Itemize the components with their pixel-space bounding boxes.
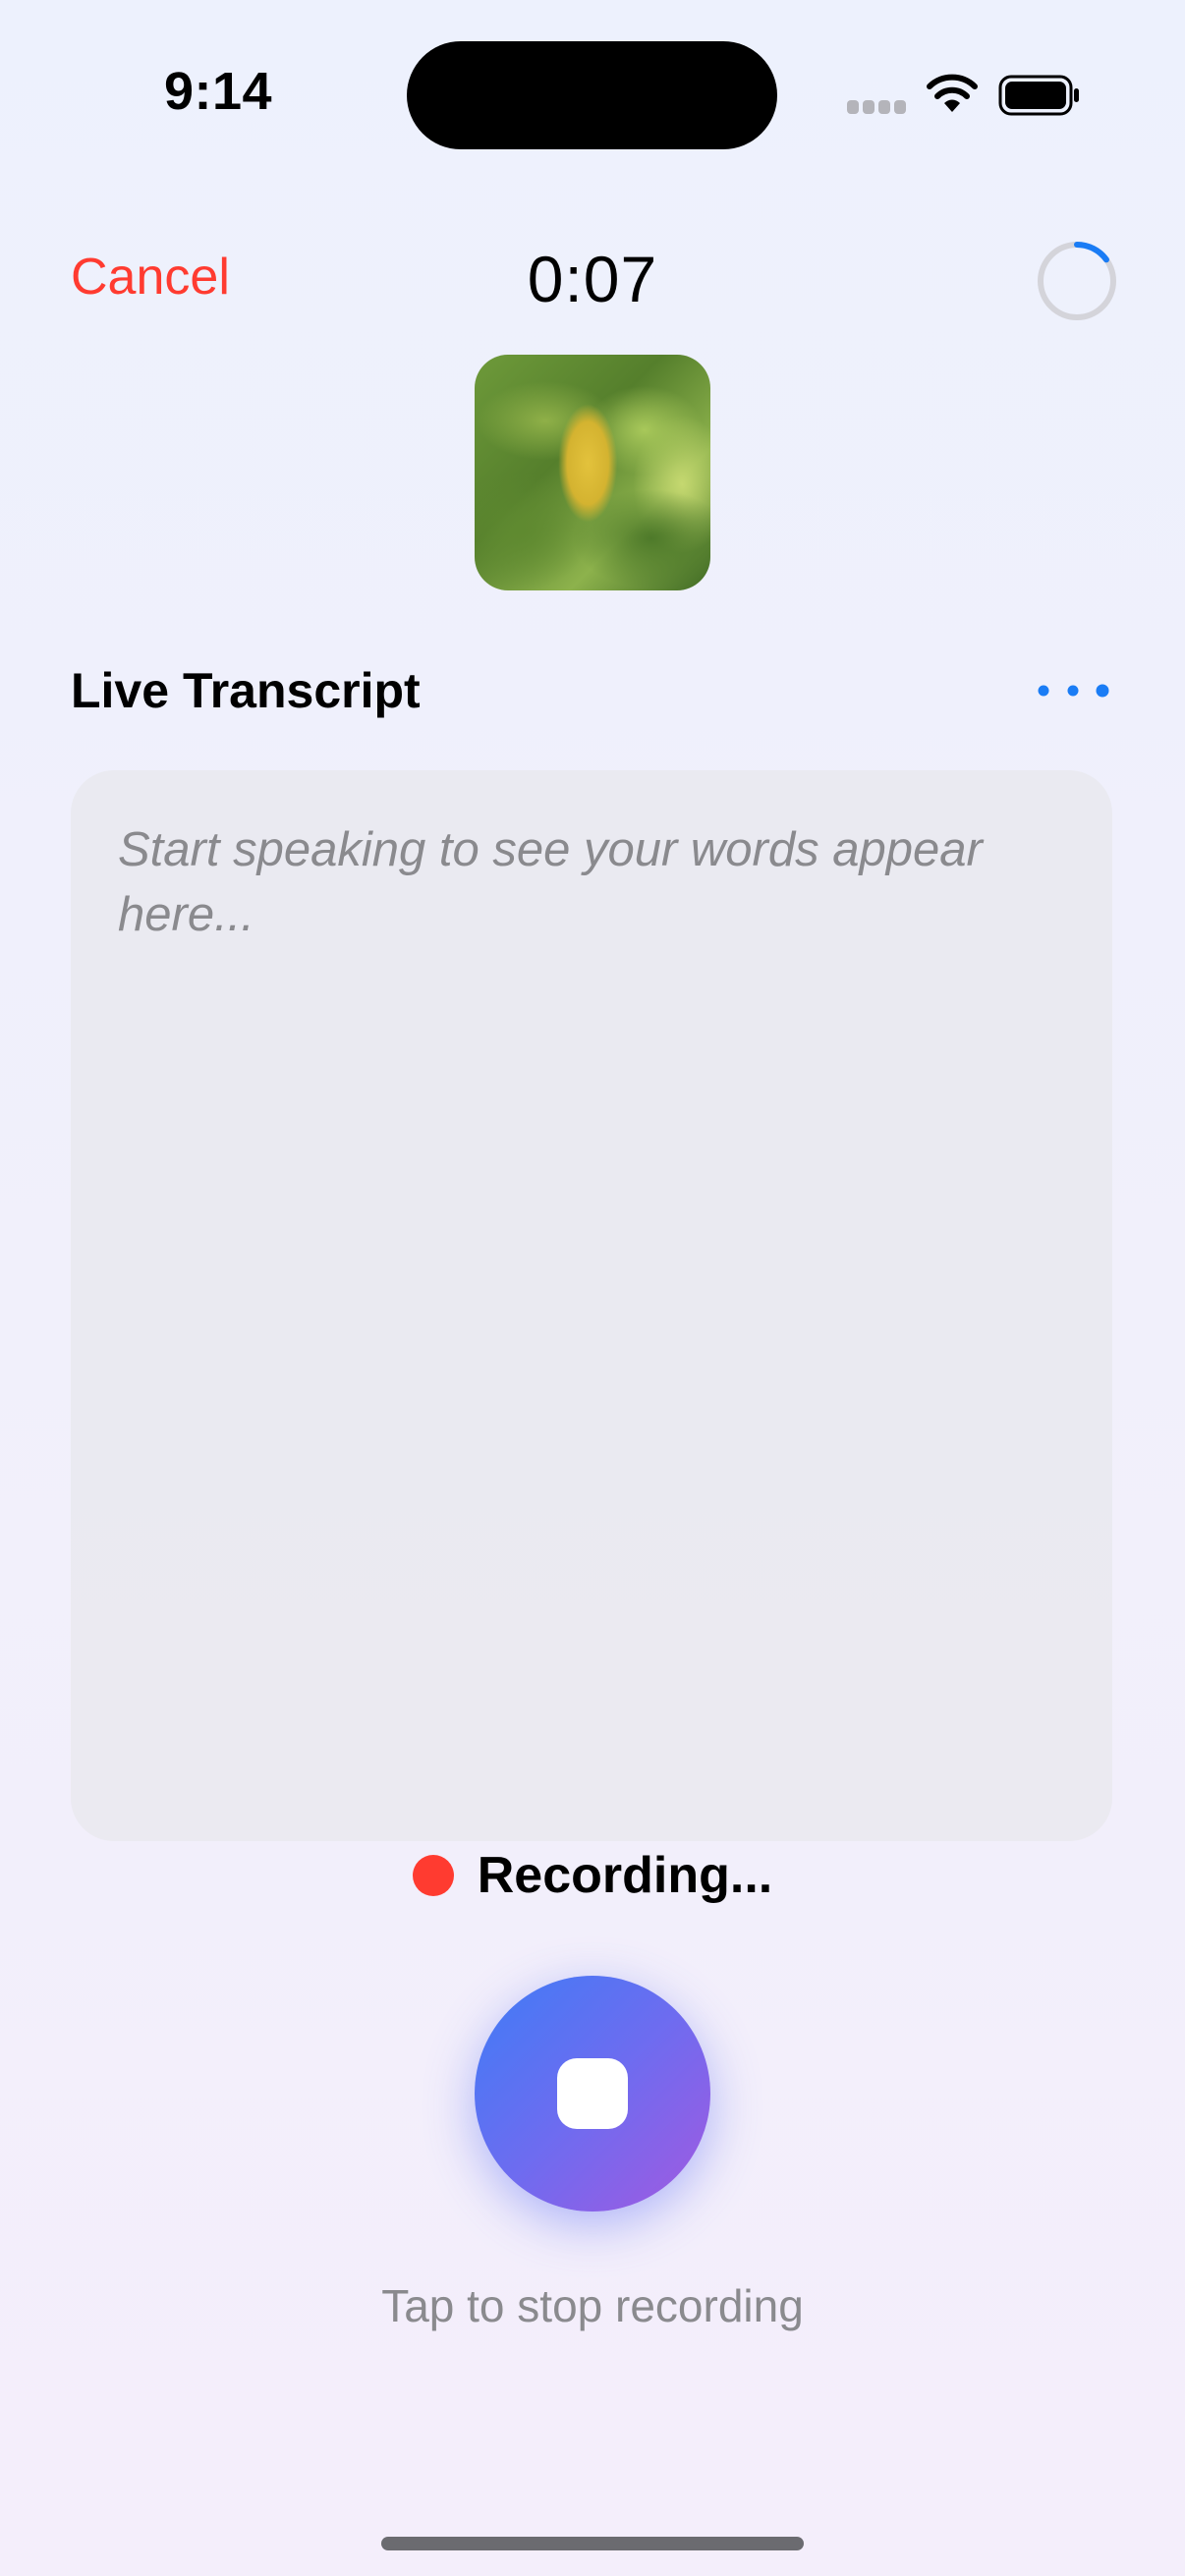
status-time: 9:14 <box>163 62 273 121</box>
stop-icon <box>557 2058 628 2129</box>
home-indicator[interactable] <box>381 2537 804 2550</box>
ellipsis-icon <box>1038 684 1109 698</box>
photo-thumbnail <box>475 355 710 590</box>
recording-status-label: Recording... <box>477 1847 773 1904</box>
recording-timer: 0:07 <box>527 243 658 315</box>
battery-icon <box>998 75 1079 116</box>
wifi-icon <box>927 74 978 112</box>
transcript-placeholder: Start speaking to see your words appear … <box>118 823 983 941</box>
progress-ring-icon <box>1038 242 1116 320</box>
transcript-area[interactable]: Start speaking to see your words appear … <box>71 770 1112 1841</box>
recording-indicator-dot <box>412 1855 454 1896</box>
dynamic-island <box>407 41 777 149</box>
transcript-title: Live Transcript <box>71 663 421 718</box>
stop-hint-label: Tap to stop recording <box>381 2280 804 2331</box>
cancel-button[interactable]: Cancel <box>71 248 230 307</box>
more-button[interactable] <box>1034 668 1116 713</box>
cell-signal-icon <box>847 100 906 114</box>
recording-status: Recording... <box>0 1843 1185 1908</box>
stop-recording-button[interactable] <box>475 1976 710 2212</box>
